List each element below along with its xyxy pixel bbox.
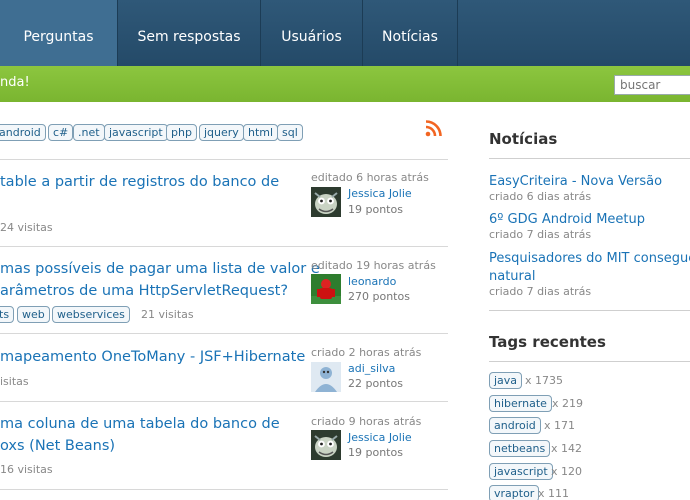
question-title-line2[interactable]: arâmetros de uma HttpServletRequest? — [0, 280, 288, 303]
news-link[interactable]: Pesquisadores do MIT conseguem — [489, 249, 690, 268]
news-link[interactable]: 6º GDG Android Meetup — [489, 210, 645, 229]
recent-tags-heading: Tags recentes — [489, 333, 606, 351]
recent-tag[interactable]: hibernate — [489, 395, 552, 412]
question-title-line2[interactable]: oxs (Net Beans) — [0, 435, 115, 458]
search-input[interactable] — [614, 75, 690, 95]
recent-tag-count: x 120 — [551, 465, 583, 478]
question-visits: 16 visitas — [0, 463, 53, 476]
question-title[interactable]: ma coluna de uma tabela do banco de — [0, 413, 280, 436]
avatar[interactable] — [311, 187, 341, 217]
user-points: 270 pontos — [348, 290, 410, 303]
question-visits: 21 visitas — [141, 308, 194, 321]
nav-perguntas[interactable]: Perguntas — [0, 0, 117, 66]
tag-android[interactable]: android — [0, 124, 46, 141]
news-date: criado 7 dias atrás — [489, 285, 592, 298]
user-name[interactable]: leonardo — [348, 275, 396, 288]
user-name[interactable]: adi_silva — [348, 362, 395, 375]
divider — [0, 401, 448, 402]
news-date: criado 6 dias atrás — [489, 190, 592, 203]
question-action: editado 19 horas atrás — [311, 259, 436, 272]
news-link[interactable]: EasyCriteira - Nova Versão — [489, 172, 662, 191]
user-points: 19 pontos — [348, 203, 403, 216]
top-nav: Perguntas Sem respostas Usuários Notícia… — [0, 0, 690, 66]
recent-tag[interactable]: java — [489, 372, 523, 389]
nav-separator — [457, 0, 458, 66]
user-name[interactable]: Jessica Jolie — [348, 187, 412, 200]
recent-tag-count: x 142 — [551, 442, 583, 455]
recent-tags-rule — [489, 361, 690, 362]
nav-usuarios[interactable]: Usuários — [261, 0, 362, 66]
user-points: 19 pontos — [348, 446, 403, 459]
news-link-line2[interactable]: natural — [489, 267, 535, 286]
tag-csharp[interactable]: c# — [48, 124, 74, 141]
divider — [0, 246, 448, 247]
question-visits: 24 visitas — [0, 221, 53, 234]
question-tag[interactable]: webservices — [52, 306, 130, 323]
question-title[interactable]: table a partir de registros do banco de — [0, 171, 279, 194]
recent-tag-count: x 219 — [552, 397, 584, 410]
recent-tag[interactable]: netbeans — [489, 440, 551, 457]
recent-tag-count: x 171 — [544, 419, 576, 432]
question-tag[interactable]: ts — [0, 306, 15, 323]
tag-html[interactable]: html — [243, 124, 279, 141]
recent-tag-count: x 111 — [538, 487, 570, 500]
question-action: criado 2 horas atrás — [311, 346, 422, 359]
section-rule — [489, 310, 690, 311]
tag-php[interactable]: php — [166, 124, 197, 141]
question-tag[interactable]: web — [17, 306, 50, 323]
nav-noticias[interactable]: Notícias — [363, 0, 457, 66]
tag-dotnet[interactable]: .net — [73, 124, 105, 141]
recent-tag[interactable]: vraptor — [489, 485, 540, 500]
avatar[interactable] — [311, 430, 341, 460]
divider — [0, 159, 448, 160]
nav-sem-respostas[interactable]: Sem respostas — [118, 0, 260, 66]
rss-icon[interactable] — [425, 120, 442, 137]
tag-javascript[interactable]: javascript — [104, 124, 168, 141]
question-action: criado 9 horas atrás — [311, 415, 422, 428]
avatar[interactable] — [311, 362, 341, 392]
welcome-banner: nda! — [0, 66, 690, 102]
question-visits: isitas — [0, 375, 29, 388]
divider — [0, 333, 448, 334]
question-action: editado 6 horas atrás — [311, 171, 429, 184]
tag-sql[interactable]: sql — [277, 124, 303, 141]
recent-tag[interactable]: android — [489, 417, 541, 434]
question-title[interactable]: mas possíveis de pagar uma lista de valo… — [0, 258, 320, 281]
recent-tag[interactable]: javascript — [489, 463, 553, 480]
question-title[interactable]: mapeamento OneToMany - JSF+Hibernate — [0, 346, 305, 369]
news-heading-rule — [489, 158, 690, 159]
avatar[interactable] — [311, 274, 341, 304]
news-heading: Notícias — [489, 130, 558, 148]
user-name[interactable]: Jessica Jolie — [348, 431, 412, 444]
news-date: criado 7 dias atrás — [489, 228, 592, 241]
divider — [0, 489, 448, 490]
welcome-message: nda! — [0, 75, 30, 90]
user-points: 22 pontos — [348, 377, 403, 390]
recent-tag-count: x 1735 — [525, 374, 564, 387]
tag-jquery[interactable]: jquery — [199, 124, 244, 141]
